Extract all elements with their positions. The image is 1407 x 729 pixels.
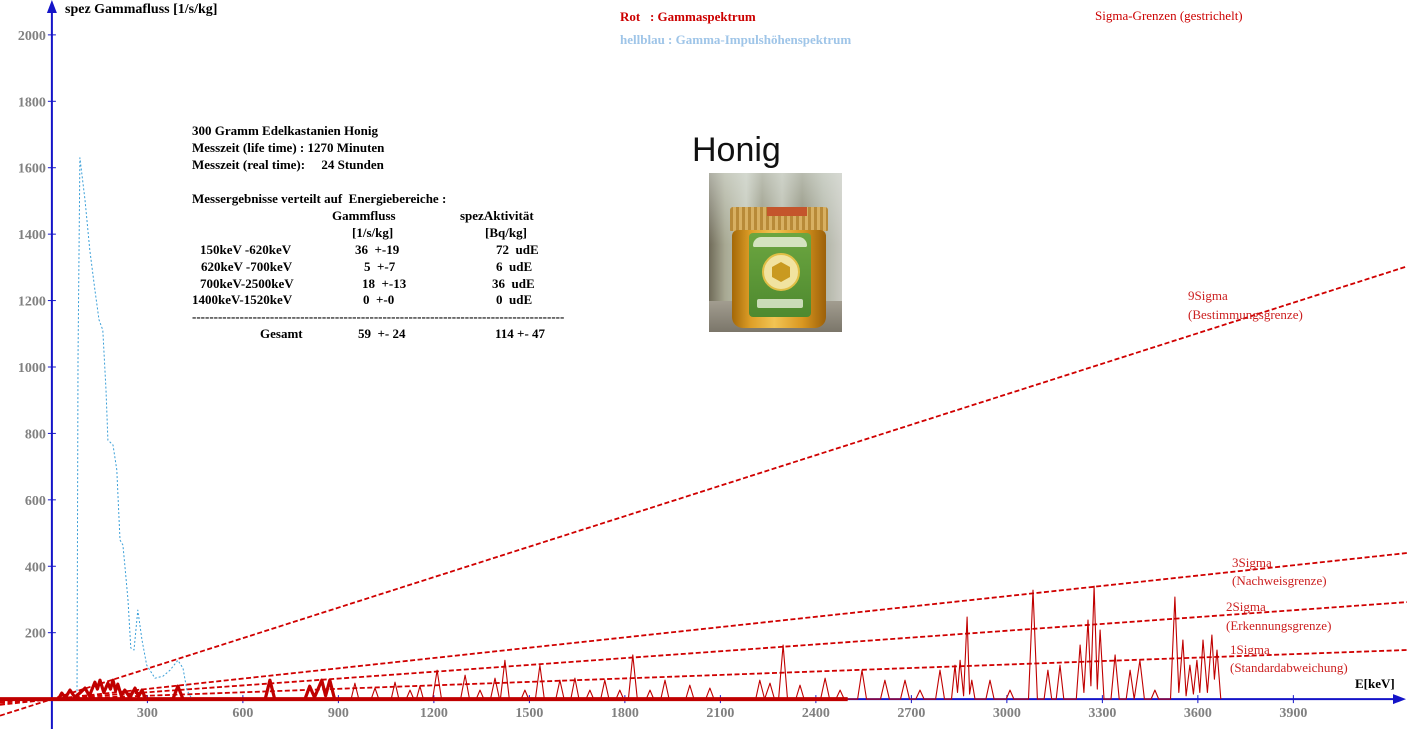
separator-line: ----------------------------------------…	[192, 309, 565, 324]
x-axis-arrow	[1393, 694, 1406, 705]
annotation-2sigma: 2Sigma	[1226, 599, 1266, 614]
y-tick-label: 1400	[18, 228, 46, 243]
bee-logo-icon	[772, 262, 790, 282]
y-tick-label: 800	[25, 427, 46, 442]
jar-label-seal	[762, 253, 800, 291]
x-tick-label: 2400	[802, 706, 830, 721]
y-tick-label: 1800	[18, 95, 46, 110]
row-activity: 6 udE	[496, 259, 533, 274]
x-tick-label: 3000	[993, 706, 1021, 721]
y-tick-label: 1200	[18, 295, 46, 310]
series-gammaspektrum	[51, 585, 1222, 700]
annotation-1sigma: 1Sigma	[1230, 642, 1270, 657]
x-tick-label: 1500	[515, 706, 543, 721]
total-activity: 114 +- 47	[495, 326, 546, 341]
series-1sigma	[0, 649, 1407, 702]
annotation-nachweisgrenze: (Nachweisgrenze)	[1232, 573, 1327, 588]
column-unit-flux: [1/s/kg]	[352, 225, 394, 240]
legend-entry-impulshoehenspektrum: hellblau : Gamma-Impulshöhenspektrum	[620, 32, 852, 47]
x-tick-label: 1200	[420, 706, 448, 721]
column-unit-activity: [Bq/kg]	[485, 225, 527, 240]
sample-title: 300 Gramm Edelkastanien Honig	[192, 123, 378, 138]
chart-plot: 200 400 600 800 1000 1200 1400 1600 1800 2000 300 6…	[0, 0, 1407, 729]
x-axis-title: E[keV]	[1355, 676, 1395, 691]
x-tick-label: 3900	[1279, 706, 1307, 721]
annotation-erkennungsgrenze: (Erkennungsgrenze)	[1226, 618, 1332, 633]
row-activity: 36 udE	[492, 276, 535, 291]
x-tick-label: 1800	[611, 706, 639, 721]
y-tick-label: 1600	[18, 162, 46, 177]
row-range: 700keV-2500keV	[200, 276, 294, 291]
real-time-line: Messzeit (real time): 24 Stunden	[192, 157, 384, 172]
jar-lid-label	[767, 207, 807, 216]
legend-entry-gammaspektrum: Rot : Gammaspektrum	[620, 9, 756, 24]
annotation-3sigma: 3Sigma	[1232, 555, 1272, 570]
y-tick-label: 200	[25, 627, 46, 642]
row-flux: 0 +-0	[363, 292, 395, 307]
jar-label-band	[753, 237, 807, 247]
row-activity: 72 udE	[496, 242, 539, 257]
row-flux: 5 +-7	[364, 259, 396, 274]
series-9sigma	[0, 265, 1407, 717]
row-flux: 18 +-13	[362, 276, 407, 291]
row-flux: 36 +-19	[355, 242, 400, 257]
y-tick-label: 2000	[18, 29, 46, 44]
y-tick-label: 1000	[18, 361, 46, 376]
life-time-line: Messzeit (life time) : 1270 Minuten	[192, 140, 385, 155]
legend-entry-sigma-grenzen: Sigma-Grenzen (gestrichelt)	[1095, 8, 1243, 23]
column-header-activity: spezAktivität	[460, 208, 534, 223]
x-tick-label: 2100	[706, 706, 734, 721]
annotation-bestimmungsgrenze: (Bestimmungsgrenze)	[1188, 307, 1303, 322]
row-range: 150keV -620keV	[200, 242, 292, 257]
y-axis-title: spez Gammafluss [1/s/kg]	[65, 2, 218, 17]
x-tick-label: 900	[328, 706, 349, 721]
x-tick-label: 3600	[1184, 706, 1212, 721]
x-tick-label: 2700	[897, 706, 925, 721]
photo-caption: Honig	[692, 131, 781, 169]
column-header-flux: Gammfluss	[332, 208, 396, 223]
series-3sigma	[0, 552, 1407, 706]
annotation-9sigma: 9Sigma	[1188, 288, 1228, 303]
y-axis-arrow	[46, 0, 57, 13]
total-flux: 59 +- 24	[358, 326, 406, 341]
y-tick-label: 400	[25, 560, 46, 575]
chart-canvas: 200 400 600 800 1000 1200 1400 1600 1800 2000 300 6…	[0, 0, 1407, 729]
y-tick-label: 600	[25, 494, 46, 509]
annotation-standardabweichung: (Standardabweichung)	[1230, 660, 1348, 675]
results-heading: Messergebnisse verteilt auf Energieberei…	[192, 191, 447, 206]
series-2sigma	[0, 601, 1407, 704]
x-tick-label: 3300	[1088, 706, 1116, 721]
series-gamma-impulsh-henspektrum	[76, 157, 193, 700]
jar-label-strip	[757, 299, 803, 308]
x-tick-label: 600	[232, 706, 253, 721]
jar-label	[749, 233, 811, 317]
honey-jar-photo	[709, 173, 842, 332]
x-tick-label: 300	[137, 706, 158, 721]
total-label: Gesamt	[260, 326, 303, 341]
row-range: 1400keV-1520keV	[192, 292, 293, 307]
row-range: 620keV -700keV	[201, 259, 293, 274]
row-activity: 0 udE	[496, 292, 533, 307]
